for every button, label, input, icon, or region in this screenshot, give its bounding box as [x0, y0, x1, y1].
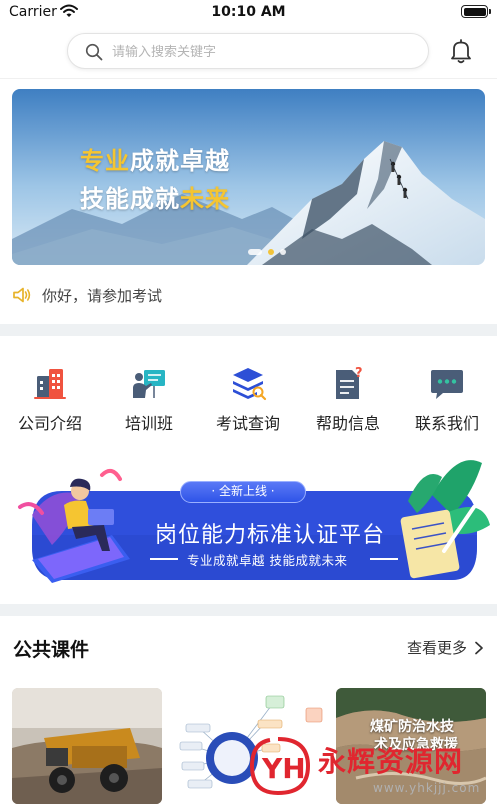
promo-new-tag: · 全新上线 · — [180, 481, 306, 503]
contact-icon — [431, 370, 463, 399]
promo-divider-right — [370, 558, 398, 560]
menu-label: 培训班 — [124, 414, 173, 433]
watermark-url: www.yhkjjj.com — [373, 781, 481, 795]
clock: 10:10 AM — [211, 4, 286, 20]
menu-label: 考试查询 — [215, 414, 280, 433]
battery-icon — [461, 5, 491, 18]
training-icon — [133, 370, 165, 398]
site-watermark: YH 永辉资源网 www.yhkjjj.com — [248, 735, 493, 801]
promo-subtitle: 专业成就卓越 技能成就未来 — [187, 553, 348, 568]
speaker-icon — [13, 287, 31, 303]
carousel-dot[interactable] — [280, 249, 286, 255]
watermark-logo-icon: YH — [249, 737, 311, 796]
status-bar: Carrier 10:10 AM — [0, 0, 497, 26]
banner-headline-1: 专业成就卓越 — [80, 147, 230, 175]
section-divider — [0, 604, 497, 616]
menu-item-company[interactable]: 公司介绍 — [0, 364, 100, 434]
promo-banner[interactable]: · 全新上线 · 岗位能力标准认证平台 专业成就卓越 技能成就未来 — [12, 455, 490, 595]
view-more-label: 查看更多 — [406, 639, 467, 657]
exam-query-icon — [233, 368, 267, 401]
header-divider — [0, 78, 497, 79]
svg-text:YH: YH — [261, 752, 306, 785]
quick-menu: 公司介绍 培训班 考试查询 ? 帮助信息 联系我们 — [0, 364, 497, 444]
carousel-dot[interactable] — [248, 249, 262, 255]
course-caption-line-1: 煤矿防治水技 — [370, 719, 454, 735]
notice-bar[interactable]: 你好，请参加考试 — [12, 282, 162, 308]
section-title: 公共课件 — [13, 639, 90, 661]
svg-text:?: ? — [355, 366, 363, 381]
menu-label: 联系我们 — [414, 414, 479, 433]
menu-item-training[interactable]: 培训班 — [99, 364, 199, 434]
menu-label: 帮助信息 — [315, 414, 380, 433]
menu-item-help[interactable]: ? 帮助信息 — [298, 364, 398, 434]
notification-bell-icon[interactable] — [447, 37, 475, 65]
carousel-dot-active[interactable] — [268, 249, 274, 255]
banner-headline-2: 技能成就未来 — [80, 185, 230, 213]
course-thumbnail — [12, 688, 162, 804]
company-icon — [34, 369, 66, 399]
help-icon: ? — [336, 366, 363, 399]
promo-title: 岗位能力标准认证平台 — [155, 523, 386, 548]
menu-item-exam-query[interactable]: 考试查询 — [198, 364, 298, 434]
banner-carousel[interactable]: 专业成就卓越 技能成就未来 — [12, 89, 485, 265]
course-card-mining-truck[interactable] — [12, 688, 162, 804]
banner-mountain-image — [12, 89, 485, 265]
chevron-right-icon — [475, 641, 483, 654]
view-more-link[interactable]: 查看更多 — [407, 637, 485, 658]
search-input[interactable] — [112, 41, 412, 63]
menu-label: 公司介绍 — [17, 414, 82, 433]
search-icon — [85, 43, 103, 61]
courses-header: 公共课件 查看更多 — [0, 632, 497, 662]
promo-divider-left — [150, 558, 178, 560]
carousel-indicator — [248, 249, 286, 255]
section-divider — [0, 324, 497, 336]
notice-text: 你好，请参加考试 — [42, 286, 163, 305]
watermark-text: 永辉资源网 — [318, 745, 464, 778]
menu-item-contact[interactable]: 联系我们 — [397, 364, 497, 434]
search-bar[interactable] — [67, 33, 429, 69]
